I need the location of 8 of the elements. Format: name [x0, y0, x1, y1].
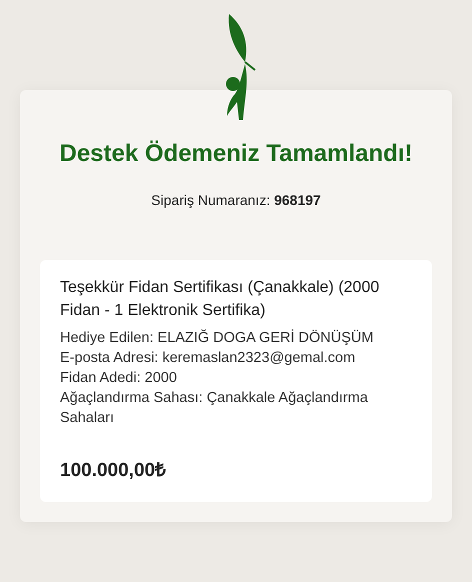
order-detail: Hediye Edilen: ELAZIĞ DOGA GERİ DÖNÜŞÜM: [60, 328, 374, 348]
success-title: Destek Ödemeniz Tamamlandı!: [60, 140, 412, 168]
price: 100.000,00₺: [60, 459, 168, 482]
order-detail: Ağaçlandırma Sahası: Çanakkale Ağaçlandırma Sahaları: [60, 389, 369, 428]
product-name: Teşekkür Fidan Sertifikası (Çanakkale) (2000 Fidan - 1 Elektronik Sertifika): [60, 278, 380, 321]
order-number: Sipariş Numaranız: 968197: [151, 192, 321, 208]
order-detail: E-posta Adresi: keremaslan2323@gemal.com: [60, 349, 356, 368]
order-detail: Fidan Adedi: 2000: [60, 369, 178, 388]
